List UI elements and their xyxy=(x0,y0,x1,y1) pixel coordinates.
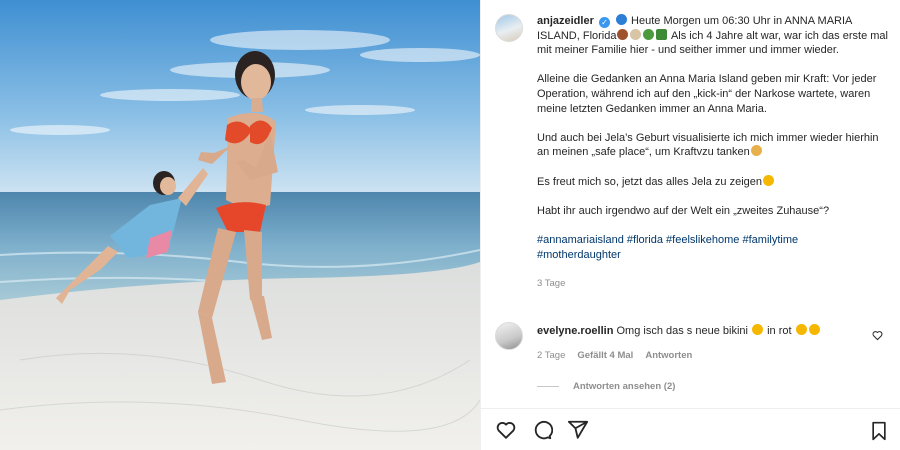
hashtag-link[interactable]: #motherdaughter xyxy=(537,249,621,261)
heart-icon[interactable] xyxy=(495,419,517,441)
comment-item: evelyne.roellin Omg isch das s neue biki… xyxy=(495,322,891,363)
astonished-emoji-icon xyxy=(795,324,807,335)
view-replies-link[interactable]: Antworten ansehen (2) xyxy=(537,381,675,392)
author-username[interactable]: anjazeidler xyxy=(537,15,594,27)
flexed-biceps-emoji-icon xyxy=(750,145,762,157)
post-action-bar xyxy=(481,408,900,450)
hashtag-list: #annamariaisland #florida #feelslikehome… xyxy=(537,233,889,262)
caption-text: anjazeidler ✓ Heute Morgen um 06:30 Uhr … xyxy=(537,14,889,291)
coconut-emoji-icon xyxy=(617,28,629,40)
hashtag-link[interactable]: #annamariaisland xyxy=(537,234,624,246)
heart-eyes-emoji-icon xyxy=(752,324,764,335)
post-timestamp[interactable]: 3 Tage xyxy=(537,277,889,292)
comment-likes[interactable]: Gefällt 4 Mal xyxy=(577,349,633,364)
seashell-emoji-icon xyxy=(630,28,642,40)
commenter-avatar[interactable] xyxy=(495,322,523,350)
caption-paragraph-4: Es freut mich so, jetzt das alles Jela z… xyxy=(537,175,762,188)
hashtag-link[interactable]: #florida xyxy=(627,234,663,246)
turtle-emoji-icon xyxy=(643,28,655,40)
hashtag-link[interactable]: #feelslikehome xyxy=(666,234,739,246)
post-caption: anjazeidler ✓ Heute Morgen um 06:30 Uhr … xyxy=(495,14,891,310)
post-details-panel: anjazeidler ✓ Heute Morgen um 06:30 Uhr … xyxy=(480,0,900,450)
caption-paragraph-5: Habt ihr auch irgendwo auf der Welt ein … xyxy=(537,204,830,217)
commenter-username[interactable]: evelyne.roellin xyxy=(537,325,613,337)
wave-emoji-icon xyxy=(615,14,627,25)
instagram-post-view: anjazeidler ✓ Heute Morgen um 06:30 Uhr … xyxy=(0,0,900,450)
heart-eyes-emoji-icon xyxy=(808,324,820,335)
replies-divider xyxy=(537,386,559,387)
comment-reply-button[interactable]: Antworten xyxy=(645,349,692,364)
comment-body: evelyne.roellin Omg isch das s neue biki… xyxy=(537,322,857,363)
heart-eyes-emoji-icon xyxy=(763,174,774,186)
bookmark-icon[interactable] xyxy=(869,421,889,444)
post-photo[interactable] xyxy=(0,0,480,450)
comment-age[interactable]: 2 Tage xyxy=(537,349,565,364)
share-icon[interactable] xyxy=(567,419,589,441)
verified-icon: ✓ xyxy=(598,17,610,28)
beach-photo xyxy=(0,0,480,450)
comment-like-heart-icon[interactable] xyxy=(872,330,883,344)
view-replies-label: Antworten ansehen (2) xyxy=(573,381,676,392)
caption-paragraph-3: Und auch bei Jela’s Geburt visualisierte… xyxy=(537,131,879,159)
caption-paragraph-2: Alleine die Gedanken an Anna Maria Islan… xyxy=(537,73,877,115)
palm-tree-emoji-icon xyxy=(656,28,668,40)
comment-text-suffix: in rot xyxy=(767,325,792,337)
comment-icon[interactable] xyxy=(531,419,553,441)
author-avatar[interactable] xyxy=(495,14,523,42)
hashtag-link[interactable]: #familytime xyxy=(742,234,798,246)
comment-text: Omg isch das s neue bikini xyxy=(616,325,748,337)
